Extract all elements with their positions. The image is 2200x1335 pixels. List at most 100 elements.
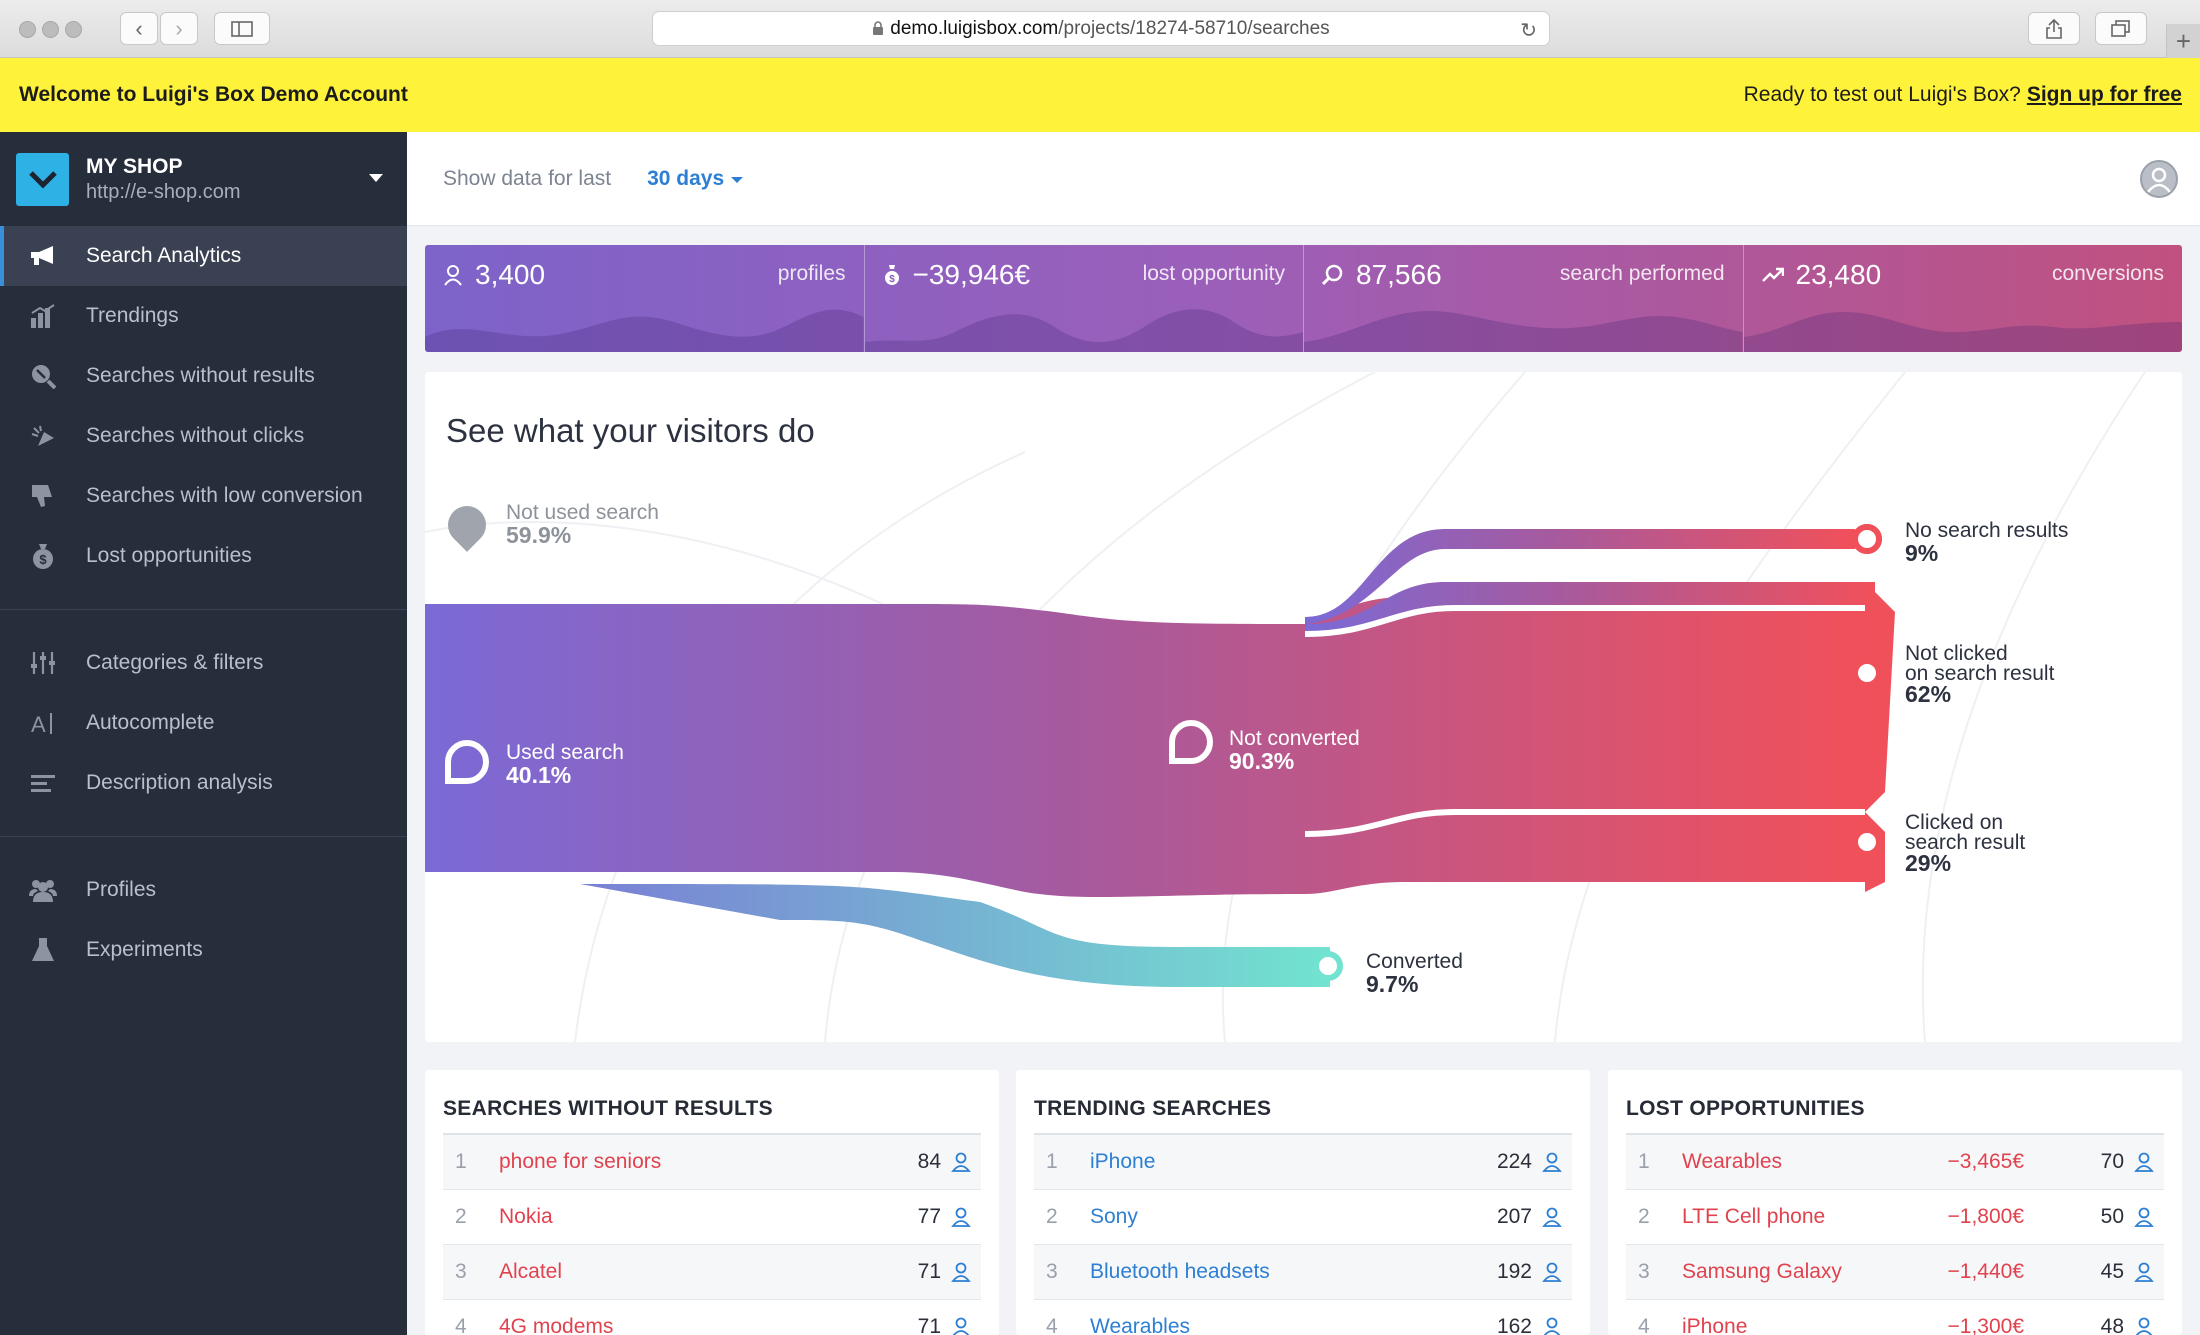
autocomplete-icon: A [28,708,58,738]
sidebar-item-lost-opportunities[interactable]: $ Lost opportunities [0,526,407,586]
url-path: /projects/18274-58710/searches [1058,17,1330,39]
megaphone-icon [28,241,58,271]
maximize-window-button[interactable] [65,21,82,38]
label-pct: 59.9% [506,522,572,548]
sidebar-item-searches-without-clicks[interactable]: Searches without clicks [0,406,407,466]
tabs-overview-button[interactable] [2095,12,2147,45]
node-clicked[interactable] [1852,827,1882,857]
caret-down-icon[interactable] [369,174,383,182]
svg-text:$: $ [889,274,895,285]
label-converted: Converted 9.7% [1366,950,1463,996]
sidebar-item-trendings[interactable]: Trendings [0,286,407,346]
table-row[interactable]: 4 Wearables 162 [1034,1300,1572,1335]
table-row[interactable]: 3 Alcatel 71 [443,1245,981,1300]
reload-icon[interactable]: ↻ [1520,18,1537,43]
row-rank: 1 [455,1150,467,1173]
node-converted[interactable] [1313,951,1343,981]
sidebar-item-experiments[interactable]: Experiments [0,920,407,980]
user-icon[interactable] [1532,1262,1572,1282]
shop-switcher[interactable]: MY SHOP http://e-shop.com [0,132,407,226]
flow-main-stream [425,597,1865,898]
table-row[interactable]: 1 phone for seniors 84 [443,1135,981,1190]
table-row[interactable]: 2 Nokia 77 [443,1190,981,1245]
sidebar-item-low-conversion[interactable]: Searches with low conversion [0,466,407,526]
table-row[interactable]: 1 iPhone 224 [1034,1135,1572,1190]
search-term-link[interactable]: iPhone [1072,1150,1472,1174]
user-icon[interactable] [941,1262,981,1282]
sidebar-item-profiles[interactable]: Profiles [0,860,407,920]
table-row[interactable]: 2 Sony 207 [1034,1190,1572,1245]
table-row[interactable]: 2 LTE Cell phone −1,800€ 50 [1626,1190,2164,1245]
search-term-link[interactable]: iPhone [1664,1315,1884,1335]
row-rank: 3 [455,1260,467,1283]
user-icon[interactable] [2124,1207,2164,1227]
search-term-link[interactable]: Nokia [481,1205,881,1229]
table-row[interactable]: 1 Wearables −3,465€ 70 [1626,1135,2164,1190]
user-icon[interactable] [1532,1207,1572,1227]
table-row[interactable]: 3 Bluetooth headsets 192 [1034,1245,1572,1300]
search-term-link[interactable]: Samsung Galaxy [1664,1260,1884,1284]
table-row[interactable]: 3 Samsung Galaxy −1,440€ 45 [1626,1245,2164,1300]
sidebar-item-searches-without-results[interactable]: Searches without results [0,346,407,406]
kpi-sparkline [864,309,1303,352]
flow-converted-stream [580,884,1330,987]
minimize-window-button[interactable] [42,21,59,38]
signup-prompt: Ready to test out Luigi's Box? [1743,83,2021,106]
table-row[interactable]: 4 4G modems 71 [443,1300,981,1335]
kpi-label: search performed [1559,262,1725,285]
row-count: 70 [2100,1150,2124,1173]
user-icon[interactable] [941,1207,981,1227]
sidebar: MY SHOP http://e-shop.com Search Analyti… [0,132,407,1335]
user-avatar[interactable] [2140,160,2178,198]
forward-button[interactable]: › [160,12,198,45]
share-button[interactable] [2028,12,2080,45]
label-text: Converted [1366,950,1463,973]
sidebar-item-search-analytics[interactable]: Search Analytics [0,226,407,286]
user-icon[interactable] [1532,1317,1572,1335]
search-term-link[interactable]: Alcatel [481,1260,881,1284]
address-bar[interactable]: demo.luigisbox.com/projects/18274-58710/… [652,11,1550,46]
user-icon[interactable] [2124,1317,2164,1335]
user-icon[interactable] [2124,1152,2164,1172]
close-window-button[interactable] [19,21,36,38]
shop-name: MY SHOP [86,154,183,178]
signup-link[interactable]: Sign up for free [2027,83,2182,106]
svg-text:$: $ [39,552,47,567]
search-term-link[interactable]: LTE Cell phone [1664,1205,1884,1229]
sidebar-item-description-analysis[interactable]: Description analysis [0,753,407,813]
kpi-sparkline [425,309,864,352]
search-term-link[interactable]: phone for seniors [481,1150,881,1174]
kpi-lost-opportunity[interactable]: $ −39,946€ lost opportunity [864,245,1304,352]
sidebar-item-categories-filters[interactable]: Categories & filters [0,633,407,693]
node-not-used-search[interactable] [440,498,494,552]
row-loss: −3,465€ [1947,1150,2025,1173]
kpi-profiles[interactable]: 3,400 profiles [425,245,865,352]
row-rank: 3 [1638,1260,1650,1283]
user-icon[interactable] [941,1152,981,1172]
sidebar-toggle-button[interactable] [214,12,270,45]
kpi-searches[interactable]: 87,566 search performed [1304,245,1744,352]
date-range-label: Show data for last [443,166,612,190]
user-icon[interactable] [941,1317,981,1335]
user-icon[interactable] [1532,1152,1572,1172]
searches-without-results-card: SEARCHES WITHOUT RESULTS 1 phone for seni… [425,1070,999,1335]
user-icon[interactable] [2124,1262,2164,1282]
sidebar-item-label: Searches without clicks [86,424,305,447]
back-button[interactable]: ‹ [120,12,158,45]
search-term-link[interactable]: 4G modems [481,1315,881,1335]
search-term-link[interactable]: Sony [1072,1205,1472,1229]
bar-chart-icon [28,301,58,331]
sidebar-item-autocomplete[interactable]: A Autocomplete [0,693,407,753]
search-term-link[interactable]: Wearables [1664,1150,1884,1174]
kpi-conversions[interactable]: 23,480 conversions [1743,245,2182,352]
trending-searches-card: TRENDING SEARCHES 1 iPhone 224 2 Sony 207 3B… [1016,1070,1590,1335]
search-term-link[interactable]: Bluetooth headsets [1072,1260,1472,1284]
row-rank: 4 [1638,1315,1650,1335]
sidebar-item-label: Lost opportunities [86,544,252,567]
search-term-link[interactable]: Wearables [1072,1315,1472,1335]
node-not-clicked[interactable] [1852,658,1882,688]
date-range-dropdown[interactable]: 30 days [647,167,744,191]
row-count: 207 [1496,1205,1532,1228]
table-row[interactable]: 4 iPhone −1,300€ 48 [1626,1300,2164,1335]
new-tab-button[interactable]: + [2166,24,2200,58]
